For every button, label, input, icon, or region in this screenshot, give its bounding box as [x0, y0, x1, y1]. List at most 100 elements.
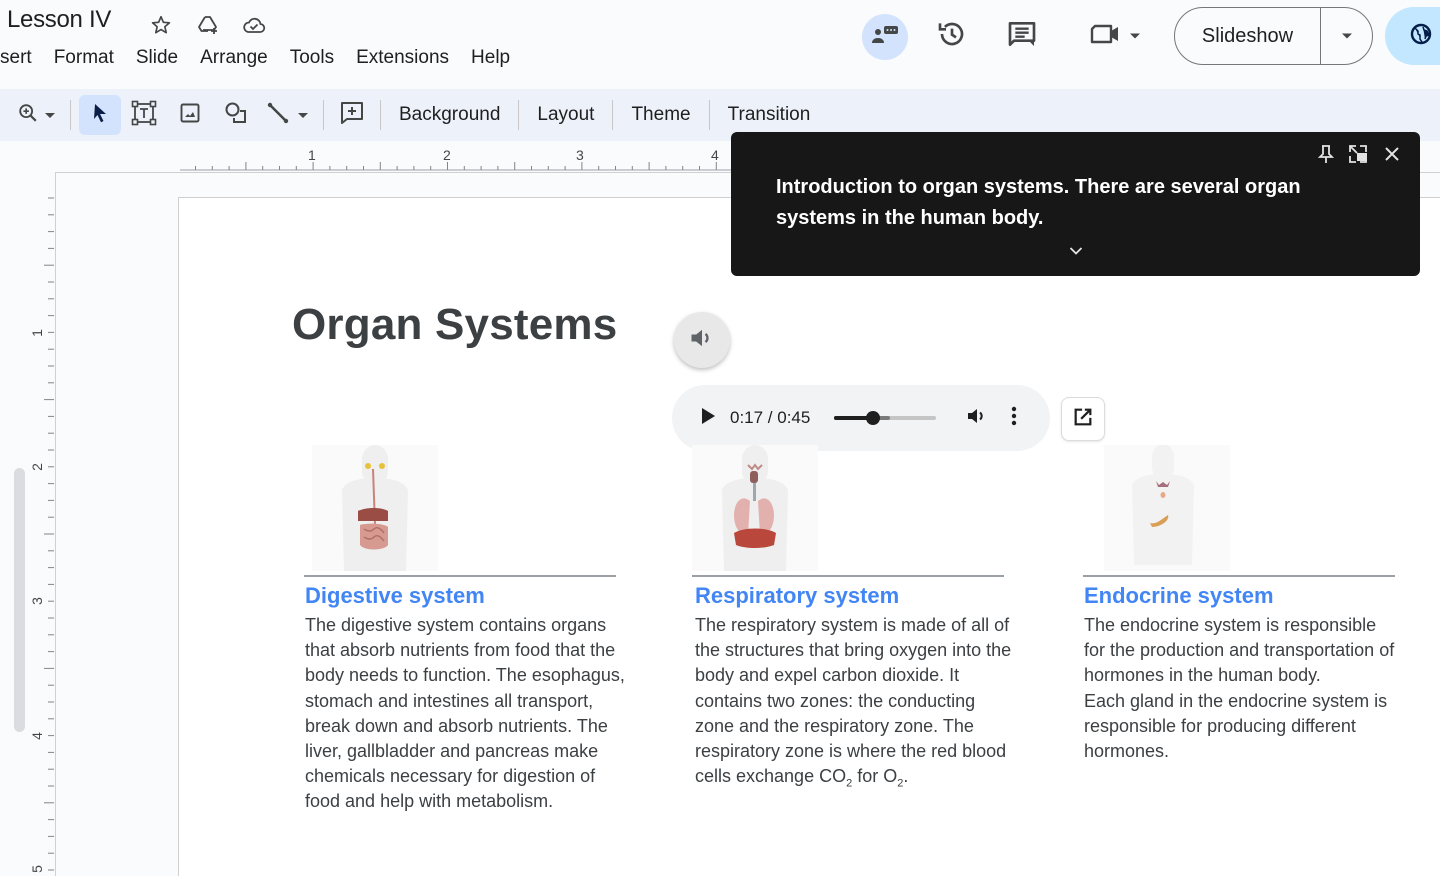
zoom-icon: [17, 102, 39, 129]
paragraph: The endocrine system is responsible for …: [1084, 615, 1395, 686]
select-icon: [90, 102, 110, 129]
play-button[interactable]: [696, 406, 720, 430]
ruler-label: 1: [28, 329, 45, 337]
app-header: Lesson IV sert Format Slide Arrange Tool…: [0, 0, 1440, 86]
chevron-down-icon: [45, 106, 55, 124]
meet-button[interactable]: [1080, 14, 1150, 58]
add-comment-button[interactable]: [332, 95, 372, 135]
cloud-saved-icon[interactable]: [241, 12, 267, 38]
menu-help[interactable]: Help: [460, 47, 521, 69]
audio-volume-button[interactable]: [964, 405, 990, 431]
vertical-ruler-ticks: [44, 197, 54, 871]
text-box-button[interactable]: [121, 95, 167, 135]
caption-text: Introduction to organ systems. There are…: [776, 176, 1301, 229]
comments-button[interactable]: [1000, 14, 1044, 58]
respiratory-body-illustration: [722, 445, 788, 571]
star-icon[interactable]: [148, 12, 174, 38]
organ-heading[interactable]: Digestive system: [305, 583, 485, 609]
insert-image-button[interactable]: [167, 95, 213, 135]
divider-line: [692, 575, 1004, 577]
version-history-icon: [936, 18, 968, 55]
vertical-ruler[interactable]: 1 2 3 4 5: [0, 173, 56, 876]
chevron-down-icon: [298, 106, 308, 124]
audio-object-button[interactable]: [674, 312, 730, 368]
captions-panel: Introduction to organ systems. There are…: [731, 132, 1420, 276]
menu-format[interactable]: Format: [43, 47, 125, 69]
menu-extensions[interactable]: Extensions: [345, 47, 460, 69]
organ-heading[interactable]: Endocrine system: [1084, 583, 1274, 609]
present-to-call-button[interactable]: [862, 14, 908, 60]
pin-button[interactable]: [1314, 144, 1338, 168]
divider-line: [304, 575, 616, 577]
toolbar-divider: [323, 100, 324, 130]
slideshow-options-dropdown[interactable]: [1321, 8, 1372, 64]
menu-slide[interactable]: Slide: [125, 47, 189, 69]
organ-description[interactable]: The digestive system contains organs tha…: [305, 613, 625, 815]
share-button[interactable]: [1385, 7, 1440, 65]
ruler-label: 4: [28, 732, 45, 740]
present-to-call-icon: [870, 23, 900, 52]
horizontal-ruler[interactable]: 1 2 3 4: [180, 143, 740, 173]
layout-button[interactable]: Layout: [527, 95, 604, 135]
play-icon: [700, 407, 716, 430]
transition-button[interactable]: Transition: [718, 95, 821, 135]
pin-icon: [1317, 144, 1335, 169]
organ-heading[interactable]: Respiratory system: [695, 583, 899, 609]
ruler-label: 1: [308, 147, 316, 163]
ruler-label: 2: [443, 147, 451, 163]
audio-player: 0:17 / 0:45: [672, 385, 1050, 451]
version-history-button[interactable]: [930, 14, 974, 58]
audio-seek-slider[interactable]: [834, 411, 936, 425]
open-in-new-button[interactable]: [1061, 397, 1105, 441]
toolbar-divider: [518, 100, 520, 130]
menu-arrange[interactable]: Arrange: [189, 47, 279, 69]
toolbar-divider: [612, 100, 614, 130]
ruler-label: 4: [711, 147, 719, 163]
text-box-icon: [130, 99, 158, 132]
shape-icon: [223, 100, 249, 131]
close-captions-button[interactable]: [1380, 144, 1404, 168]
ruler-label: 3: [576, 147, 584, 163]
expand-captions-button[interactable]: [1065, 244, 1087, 260]
menu-insert[interactable]: sert: [0, 47, 43, 69]
line-icon: [266, 101, 290, 130]
text-run: The respiratory system is made of all of…: [695, 615, 1012, 787]
comments-icon: [1006, 18, 1038, 55]
audio-more-options-button[interactable]: [1004, 405, 1024, 431]
slideshow-button[interactable]: Slideshow: [1175, 8, 1321, 64]
slide-title[interactable]: Organ Systems: [292, 300, 617, 350]
menu-bar: sert Format Slide Arrange Tools Extensio…: [0, 44, 521, 72]
more-vert-icon: [1011, 406, 1017, 431]
toolbar-divider: [380, 100, 381, 130]
zoom-button[interactable]: [10, 95, 62, 135]
document-title[interactable]: Lesson IV: [7, 6, 111, 34]
menu-tools[interactable]: Tools: [279, 47, 345, 69]
digestive-system-image[interactable]: [312, 445, 438, 571]
text-run: .: [903, 766, 909, 787]
organ-description[interactable]: The endocrine system is responsible for …: [1084, 613, 1399, 764]
line-button[interactable]: [259, 95, 315, 135]
picture-in-picture-icon: [1348, 144, 1368, 169]
comment-add-icon: [339, 100, 365, 131]
ruler-label: 2: [28, 463, 45, 471]
divider-line: [1083, 575, 1395, 577]
organ-description[interactable]: The respiratory system is made of all of…: [695, 613, 1015, 797]
shape-button[interactable]: [213, 95, 259, 135]
paragraph: Each gland in the endocrine system is re…: [1084, 690, 1388, 762]
chevron-down-icon: [1129, 27, 1141, 45]
pop-out-button[interactable]: [1346, 144, 1370, 168]
endocrine-system-image[interactable]: [1104, 444, 1230, 571]
theme-button[interactable]: Theme: [621, 95, 700, 135]
background-button[interactable]: Background: [389, 95, 510, 135]
respiratory-system-image[interactable]: [692, 445, 818, 571]
move-to-drive-icon[interactable]: [195, 12, 221, 38]
chevron-down-icon: [1341, 27, 1353, 45]
digestive-body-illustration: [342, 445, 408, 571]
vertical-scrollbar[interactable]: [14, 468, 25, 732]
open-in-new-icon: [1072, 406, 1094, 433]
ruler-label: 5: [28, 865, 45, 873]
toolbar-divider: [708, 100, 710, 130]
select-tool-button[interactable]: [79, 95, 121, 135]
audio-time: 0:17 / 0:45: [730, 408, 811, 427]
audio-seek-thumb[interactable]: [865, 411, 880, 425]
